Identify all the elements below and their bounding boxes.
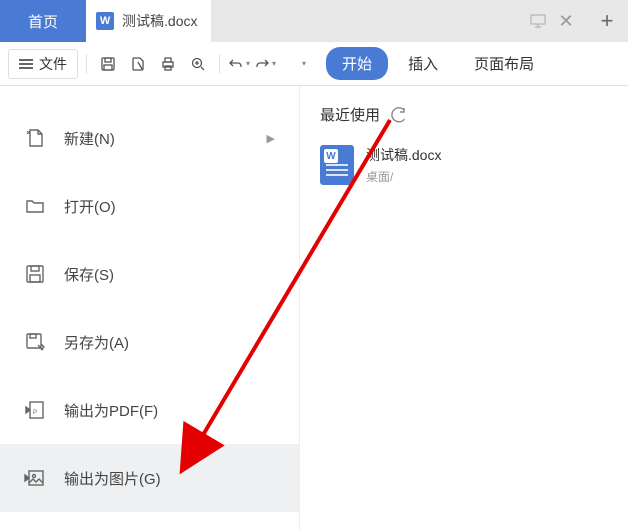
menu-item-save[interactable]: 保存(S) (0, 240, 299, 308)
open-folder-icon (24, 195, 46, 217)
svg-text:P: P (33, 410, 37, 416)
save-icon[interactable] (95, 51, 121, 77)
print-preview-icon[interactable] (125, 51, 151, 77)
overflow-chevron-icon[interactable]: ▾ (302, 59, 306, 68)
menu-label: 输出为图片(G) (64, 468, 161, 489)
recent-header: 最近使用 (320, 104, 608, 125)
menu-label: 打开(O) (64, 196, 116, 217)
save-disk-icon (24, 263, 46, 285)
menu-label: 输出为PDF(F) (64, 400, 158, 421)
tab-document[interactable]: W 测试稿.docx (86, 0, 211, 42)
ribbon-tab-insert[interactable]: 插入 (392, 47, 454, 80)
print-icon[interactable] (155, 51, 181, 77)
file-menu-button[interactable]: 文件 (8, 49, 78, 79)
tabs-bar: 首页 W 测试稿.docx ✕ + (0, 0, 628, 42)
ribbon-tab-start[interactable]: 开始 (326, 47, 388, 80)
chevron-down-icon: ▾ (246, 59, 250, 68)
menu-label: 另存为(A) (64, 332, 129, 353)
tab-doc-title: 测试稿.docx (122, 11, 197, 31)
save-as-icon (24, 331, 46, 353)
menu-label: 保存(S) (64, 264, 114, 285)
ribbon-tab-layout[interactable]: 页面布局 (458, 47, 550, 80)
submenu-arrow-icon: ▶ (267, 132, 275, 145)
hamburger-icon (19, 59, 33, 69)
new-file-icon (24, 127, 46, 149)
chevron-down-icon: ▾ (272, 59, 276, 68)
word-doc-icon: W (96, 12, 114, 30)
menu-item-open[interactable]: 打开(O) (0, 172, 299, 240)
menu-label: 新建(N) (64, 128, 115, 149)
export-pdf-icon: P (24, 399, 46, 421)
tab-home[interactable]: 首页 (0, 0, 86, 42)
close-tab-icon[interactable]: ✕ (554, 9, 578, 33)
recent-title: 最近使用 (320, 104, 380, 125)
recent-panel: 最近使用 测试稿.docx 桌面/ (300, 86, 628, 530)
menu-item-saveas[interactable]: 另存为(A) (0, 308, 299, 376)
presentation-icon[interactable] (526, 9, 550, 33)
menu-item-export-pdf[interactable]: P 输出为PDF(F) (0, 376, 299, 444)
recent-file-name: 测试稿.docx (366, 145, 441, 165)
word-file-icon (320, 145, 354, 185)
recent-file-path: 桌面/ (366, 168, 441, 185)
toolbar: 文件 ▾ ▾ ▾ 开始 插入 页面布局 (0, 42, 628, 86)
new-tab-button[interactable]: + (586, 0, 628, 42)
menu-item-export-image[interactable]: 输出为图片(G) (0, 444, 299, 512)
undo-button[interactable]: ▾ (228, 56, 250, 72)
recent-file-item[interactable]: 测试稿.docx 桌面/ (320, 139, 608, 191)
menu-item-new[interactable]: 新建(N) ▶ (0, 104, 299, 172)
refresh-icon[interactable] (390, 106, 408, 124)
export-image-icon (24, 467, 46, 489)
zoom-icon[interactable] (185, 51, 211, 77)
file-label: 文件 (39, 54, 67, 74)
file-menu-panel: 新建(N) ▶ 打开(O) 保存(S) 另存为(A) P 输出为PDF(F) 输… (0, 86, 300, 530)
content-area: 新建(N) ▶ 打开(O) 保存(S) 另存为(A) P 输出为PDF(F) 输… (0, 86, 628, 530)
redo-button[interactable]: ▾ (254, 56, 276, 72)
tab-window-controls: ✕ (526, 0, 586, 42)
